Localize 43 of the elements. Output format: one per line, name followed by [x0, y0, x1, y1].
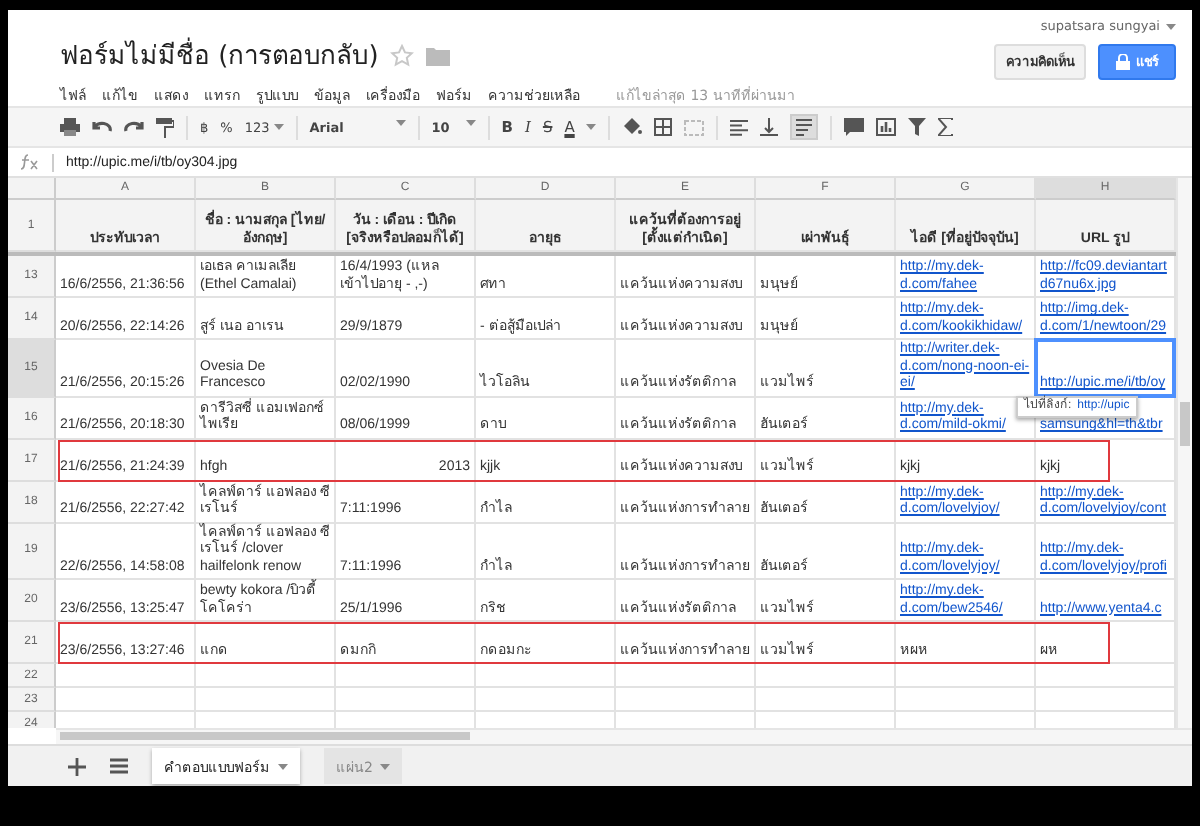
vertical-align-icon[interactable] — [760, 118, 779, 136]
empty-cell[interactable] — [336, 688, 476, 712]
empty-cell[interactable] — [476, 664, 616, 688]
redo-icon[interactable] — [124, 119, 144, 135]
fill-color-icon[interactable] — [622, 118, 643, 136]
empty-cell[interactable] — [196, 664, 336, 688]
caret-icon[interactable] — [1166, 23, 1176, 29]
empty-cell[interactable] — [616, 688, 756, 712]
folder-icon[interactable] — [426, 45, 451, 65]
empty-cell[interactable] — [756, 664, 896, 688]
caret-icon[interactable] — [273, 124, 284, 130]
text-wrap-icon[interactable] — [790, 114, 819, 140]
add-sheet-icon[interactable] — [68, 757, 86, 775]
caret-icon[interactable] — [380, 763, 391, 769]
document-title[interactable]: ฟอร์มไม่มีชื่อ (การตอบกลับ) — [60, 34, 379, 76]
menu-icon[interactable] — [110, 758, 128, 774]
formula-icon — [20, 154, 40, 170]
sum-icon[interactable] — [938, 118, 955, 136]
empty-cell[interactable] — [336, 664, 476, 688]
print-icon[interactable] — [60, 118, 80, 136]
chart-icon[interactable] — [876, 118, 897, 136]
caret-icon[interactable] — [586, 124, 597, 130]
paint-format-icon[interactable] — [156, 117, 174, 137]
filter-icon[interactable] — [908, 118, 927, 136]
empty-cell[interactable] — [896, 688, 1036, 712]
undo-icon[interactable] — [92, 119, 112, 135]
empty-cell[interactable] — [896, 664, 1036, 688]
horizontal-scrollbar[interactable] — [56, 728, 1192, 744]
vertical-scrollbar[interactable] — [1176, 178, 1192, 728]
caret-icon[interactable] — [278, 763, 288, 769]
comment-icon[interactable] — [844, 118, 865, 136]
caret-icon[interactable] — [465, 119, 476, 125]
star-icon[interactable] — [390, 43, 415, 67]
lock-icon — [1116, 54, 1130, 70]
align-left-icon[interactable] — [730, 119, 749, 135]
empty-cell[interactable] — [196, 688, 336, 712]
merge-cells-icon[interactable] — [684, 119, 705, 135]
empty-cell[interactable] — [756, 688, 896, 712]
empty-cell[interactable] — [616, 664, 756, 688]
empty-cell[interactable] — [476, 688, 616, 712]
select-all-corner[interactable] — [8, 178, 56, 200]
borders-icon[interactable] — [654, 118, 673, 136]
caret-icon[interactable] — [395, 119, 406, 125]
